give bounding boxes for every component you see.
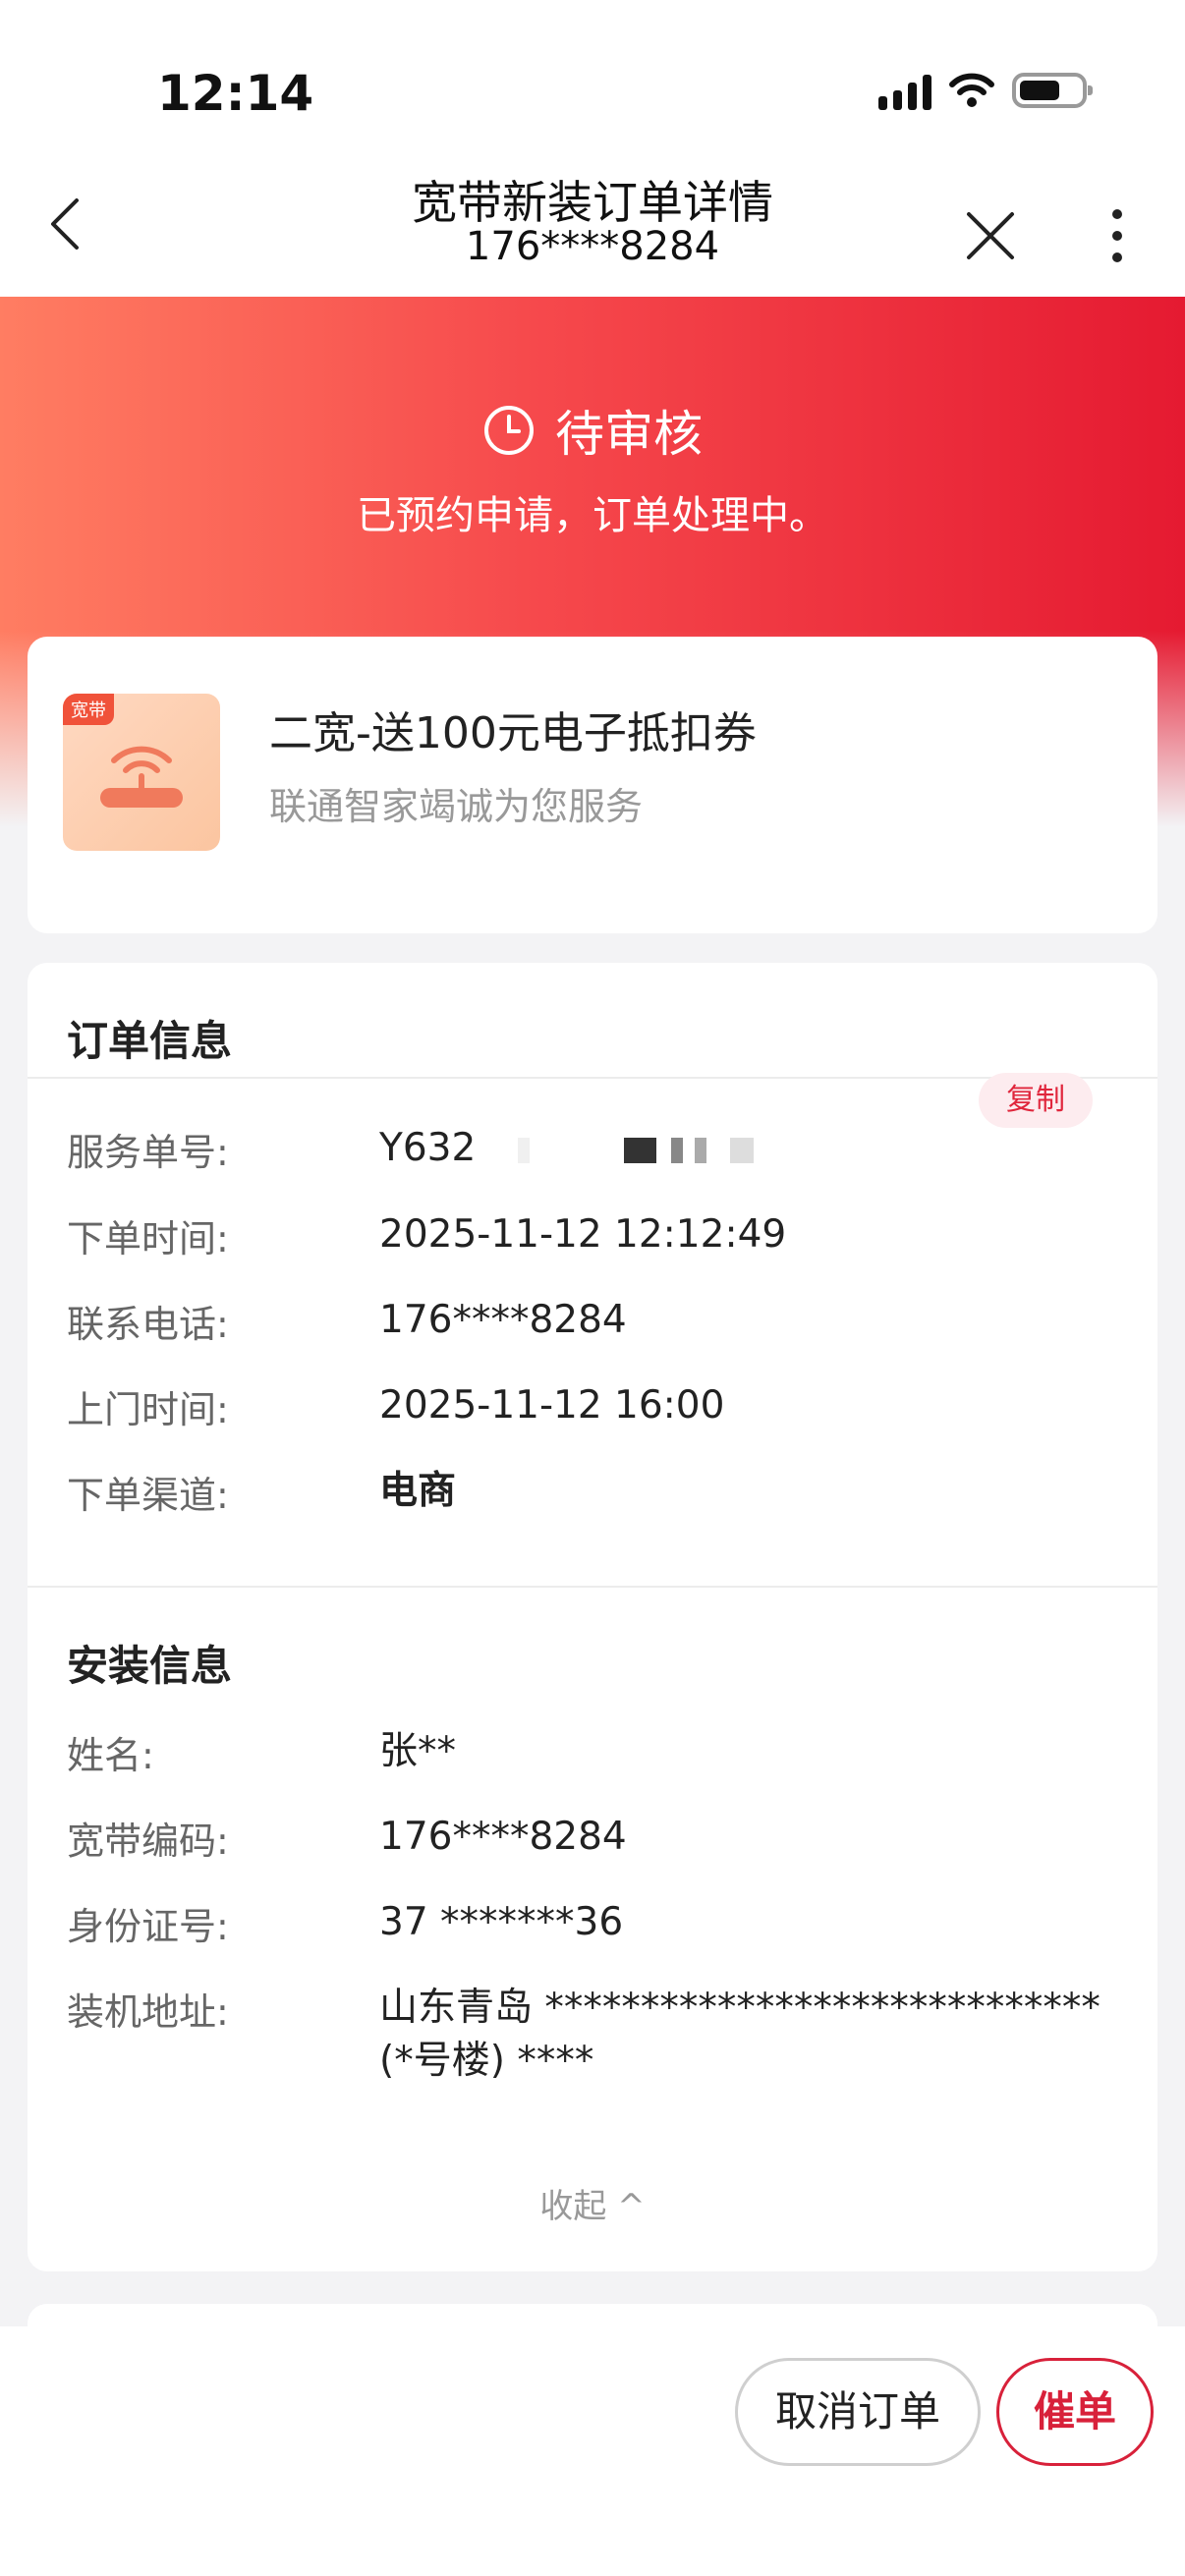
status-icons	[878, 71, 1093, 110]
product-tag: 宽带	[63, 694, 114, 725]
row-label: 装机地址:	[67, 1990, 229, 2034]
row-value: Y632	[379, 1122, 1146, 1175]
nav-bar: 宽带新装订单详情 176****8284	[0, 157, 1185, 297]
order-info-row-phone: 联系电话: 176****8284	[67, 1294, 1118, 1353]
cancel-order-button[interactable]: 取消订单	[735, 2358, 981, 2466]
order-info-row-visit-time: 上门时间: 2025-11-12 16:00	[67, 1379, 1118, 1438]
row-value: 2025-11-12 16:00	[379, 1383, 725, 1428]
install-info-row-id-number: 身份证号: 37 *******36	[67, 1896, 1118, 1955]
row-label: 身份证号:	[67, 1905, 229, 1948]
row-label: 宽带编码:	[67, 1820, 229, 1863]
row-label: 下单渠道:	[67, 1474, 229, 1517]
row-value: 2025-11-12 12:12:49	[379, 1212, 787, 1257]
close-icon[interactable]	[963, 208, 1018, 263]
copy-button[interactable]: 复制	[979, 1073, 1093, 1128]
row-label: 服务单号:	[67, 1131, 229, 1174]
install-info-row-broadband-code: 宽带编码: 176****8284	[67, 1811, 1118, 1870]
urge-order-button[interactable]: 催单	[996, 2358, 1154, 2466]
more-icon[interactable]	[1105, 206, 1129, 265]
service-number-value: Y632	[379, 1126, 477, 1170]
redacted-mosaic	[493, 1137, 789, 1163]
clock-icon	[484, 406, 534, 455]
row-value: 176****8284	[379, 1815, 627, 1859]
order-info-row-service-number: 服务单号: Y632	[67, 1122, 1118, 1181]
order-info-title: 订单信息	[67, 1017, 233, 1065]
row-value: 张**	[379, 1729, 457, 1773]
row-value: 电商	[379, 1469, 457, 1513]
order-status-description: 已预约申请，订单处理中。	[357, 493, 828, 538]
collapse-toggle[interactable]: 收起 ^	[28, 2179, 1157, 2227]
install-info-row-address: 装机地址: 山东青岛 *****************************…	[67, 1982, 1118, 2149]
row-label: 下单时间:	[67, 1217, 229, 1260]
order-status: 待审核	[0, 395, 1185, 466]
order-status-label: 待审核	[555, 406, 703, 463]
row-label: 上门时间:	[67, 1388, 229, 1431]
battery-icon	[1012, 73, 1093, 108]
wifi-icon	[949, 73, 994, 107]
status-time: 12:14	[157, 65, 314, 122]
status-bar: 12:14	[0, 0, 1185, 157]
bottom-action-bar: 取消订单 催单	[0, 2326, 1185, 2576]
install-info-title: 安装信息	[67, 1642, 233, 1690]
product-thumbnail: 宽带	[63, 694, 220, 851]
row-value: 176****8284	[379, 1298, 627, 1342]
order-info-row-channel: 下单渠道: 电商	[67, 1465, 1118, 1524]
order-info-row-order-time: 下单时间: 2025-11-12 12:12:49	[67, 1208, 1118, 1267]
row-value: 37 *******36	[379, 1900, 624, 1944]
order-details-card: 订单信息 服务单号: Y632 复制 下单时间: 2025-11-12 12:1…	[28, 963, 1157, 2271]
signal-icon	[878, 71, 931, 110]
product-name: 二宽-送100元电子抵扣券	[269, 708, 757, 758]
install-info-row-name: 姓名: 张**	[67, 1725, 1118, 1784]
row-label: 联系电话:	[67, 1303, 229, 1346]
divider	[28, 1586, 1157, 1588]
row-label: 姓名:	[67, 1734, 154, 1777]
product-subtitle: 联通智家竭诚为您服务	[269, 785, 644, 828]
row-value: 山东青岛 ***************************** (*号楼)…	[379, 1986, 1100, 2083]
router-icon	[100, 746, 183, 808]
product-card[interactable]: 宽带 二宽-送100元电子抵扣券 联通智家竭诚为您服务	[28, 637, 1157, 933]
